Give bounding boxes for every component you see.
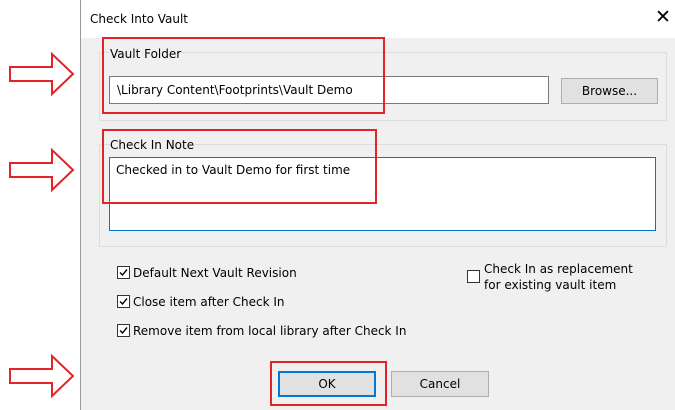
- close-after-check-in-label: Close item after Check In: [133, 295, 285, 309]
- check-mark-icon: [119, 298, 128, 306]
- close-after-check-in-checkbox[interactable]: [117, 295, 130, 308]
- right-arrow-icon: [9, 354, 75, 398]
- close-icon[interactable]: ✕: [655, 8, 671, 27]
- remove-from-local-label: Remove item from local library after Che…: [133, 324, 407, 338]
- browse-button[interactable]: Browse...: [561, 78, 658, 104]
- ok-button-highlight: [270, 361, 387, 406]
- right-arrow-icon: [9, 52, 75, 96]
- check-in-replacement-label-line1: Check In as replacement: [484, 262, 633, 276]
- remove-from-local-checkbox[interactable]: [117, 324, 130, 337]
- default-next-revision-checkbox[interactable]: [117, 266, 130, 279]
- check-in-replacement-label-line2: for existing vault item: [484, 278, 617, 292]
- check-mark-icon: [119, 327, 128, 335]
- check-in-note-highlight: [102, 129, 377, 204]
- title-bar: Check Into Vault ✕: [81, 0, 675, 38]
- check-into-vault-dialog: Check Into Vault ✕ Vault Folder \Library…: [80, 0, 675, 410]
- default-next-revision-label: Default Next Vault Revision: [133, 266, 297, 280]
- vault-folder-highlight: [102, 37, 385, 114]
- check-mark-icon: [119, 269, 128, 277]
- right-arrow-icon: [9, 148, 75, 192]
- dialog-title: Check Into Vault: [90, 12, 189, 26]
- check-in-replacement-checkbox[interactable]: [467, 270, 480, 283]
- cancel-button[interactable]: Cancel: [391, 371, 489, 397]
